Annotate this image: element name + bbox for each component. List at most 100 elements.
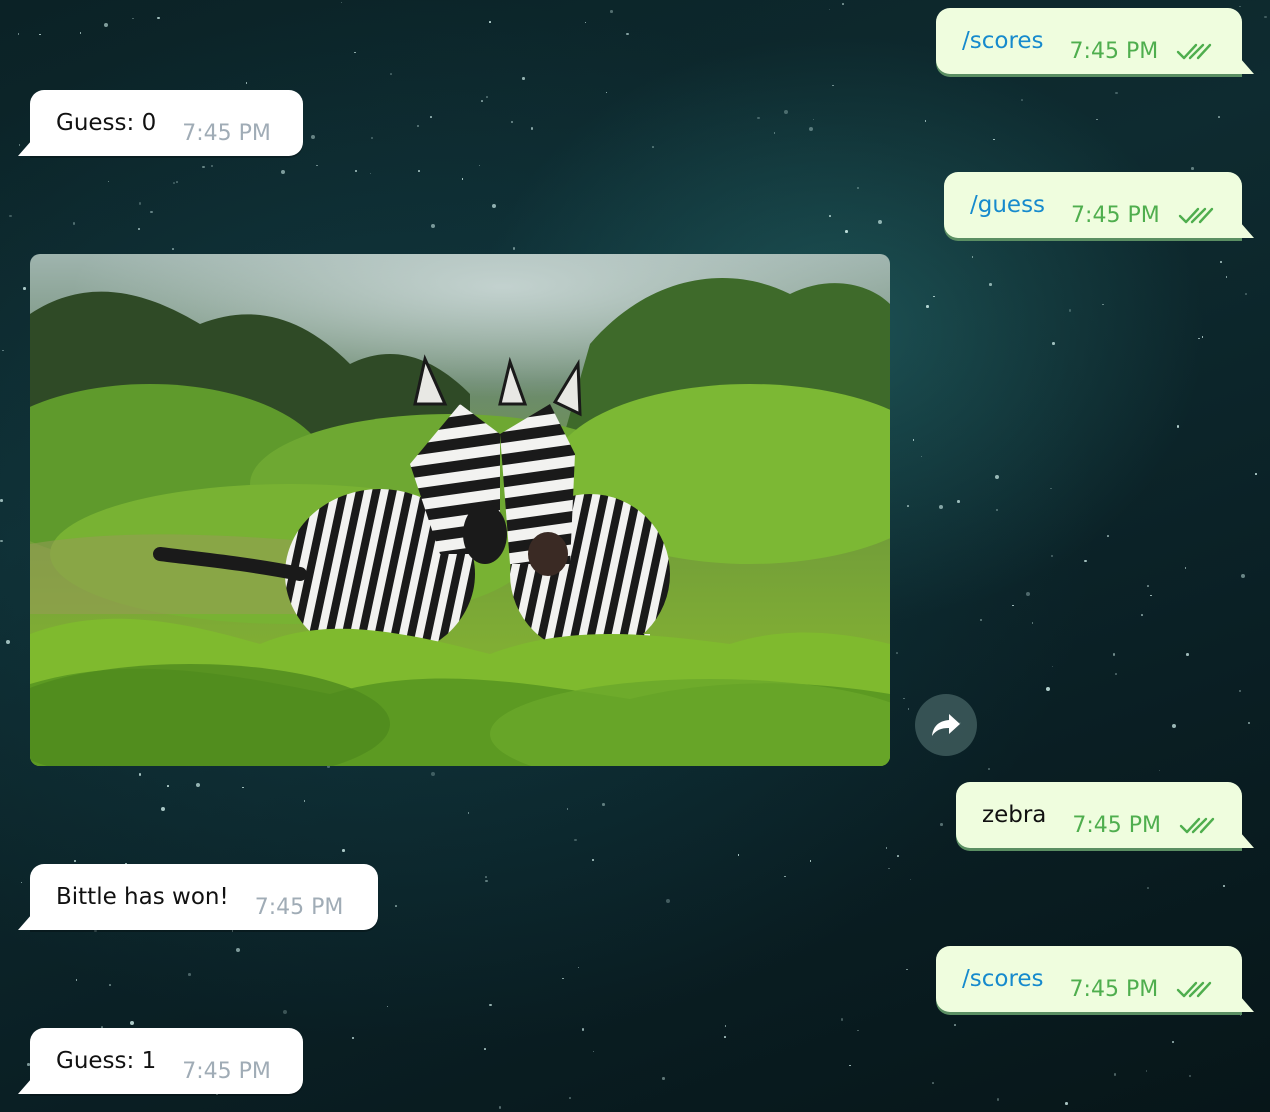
star-dot [202,165,205,169]
star-dot [909,878,912,881]
star-dot [1225,275,1228,278]
incoming-message-guess-1[interactable]: Guess: 1 7:45 PM [30,1028,303,1094]
star-dot [132,17,134,20]
double-check-icon [1176,41,1212,61]
star-dot [933,295,935,298]
share-button[interactable] [915,694,977,756]
message-time: 7:45 PM [1069,38,1159,64]
star-dot [591,858,595,862]
star-dot [828,8,831,11]
star-dot [1050,554,1054,558]
star-dot [18,144,21,146]
star-dot [896,652,898,655]
star-dot [602,803,605,806]
star-dot [129,1020,134,1025]
star-dot [510,120,514,124]
star-dot [1112,653,1116,656]
star-dot [342,849,345,852]
star-dot [137,227,141,231]
star-dot [992,138,995,141]
star-dot [431,223,436,228]
incoming-message-bittle-won[interactable]: Bittle has won! 7:45 PM [30,864,378,930]
star-dot [842,3,844,5]
star-dot [626,32,629,36]
star-dot [1186,653,1189,656]
star-dot [903,697,905,700]
star-dot [430,116,432,118]
star-dot [888,867,890,870]
star-dot [172,182,175,184]
message-text: Bittle has won! [56,884,229,910]
double-check-icon [1179,815,1215,835]
message-time: 7:45 PM [1071,202,1160,228]
star-dot [1238,689,1242,693]
star-dot [995,508,999,512]
outgoing-message-scores-2[interactable]: /scores 7:45 PM [936,946,1242,1012]
star-dot [1026,592,1031,597]
star-dot [485,879,488,883]
double-check-icon [1178,205,1214,225]
star-dot [351,1036,355,1040]
star-dot [478,164,481,167]
star-dot [566,808,569,810]
star-dot [486,96,489,99]
star-dot [724,1036,726,1038]
zebra-photo[interactable] [30,254,890,766]
outgoing-message-zebra[interactable]: zebra 7:45 PM [956,782,1242,848]
star-dot [954,1024,956,1026]
star-dot [79,32,82,34]
star-dot [1150,594,1152,597]
star-dot [150,210,153,213]
star-dot [354,51,356,54]
outgoing-message-scores[interactable]: /scores 7:45 PM [936,8,1242,74]
star-dot [840,1018,844,1021]
star-dot [897,855,899,857]
star-dot [1198,337,1200,340]
star-dot [574,838,577,842]
star-dot [489,21,491,23]
star-dot [6,639,11,644]
star-dot [512,247,516,250]
star-dot [73,859,77,863]
star-dot [906,505,909,507]
star-dot [1140,614,1143,616]
star-dot [906,968,908,971]
star-dot [809,860,812,862]
star-dot [957,500,960,503]
star-dot [808,127,813,132]
star-dot [161,807,166,812]
star-dot [938,505,943,510]
star-dot [885,847,888,849]
star-dot [23,287,26,290]
star-dot [176,181,178,183]
star-dot [940,823,943,826]
star-dot [166,785,169,788]
star-dot [592,1050,595,1053]
message-text[interactable]: /scores [962,966,1044,992]
star-dot [989,283,992,286]
message-text[interactable]: /scores [962,28,1044,54]
outgoing-message-guess[interactable]: /guess 7:45 PM [944,172,1242,238]
star-dot [737,854,740,856]
star-dot [1245,293,1247,295]
star-dot [17,33,20,35]
incoming-message-guess-0[interactable]: Guess: 0 7:45 PM [30,90,303,156]
star-dot [1031,622,1034,624]
star-dot [390,73,392,75]
message-time: 7:45 PM [182,1058,271,1084]
star-dot [812,118,815,121]
message-text[interactable]: /guess [970,192,1045,218]
star-dot [832,84,834,87]
star-dot [467,812,470,814]
star-dot [416,124,420,128]
star-dot [652,146,654,148]
star-dot [39,33,42,36]
star-dot [157,16,160,20]
star-dot [210,164,214,167]
star-dot [856,186,860,190]
star-dot [1050,487,1052,490]
star-dot [987,767,991,771]
star-dot [1113,1073,1117,1076]
star-dot [242,786,244,789]
message-time: 7:45 PM [254,894,344,920]
